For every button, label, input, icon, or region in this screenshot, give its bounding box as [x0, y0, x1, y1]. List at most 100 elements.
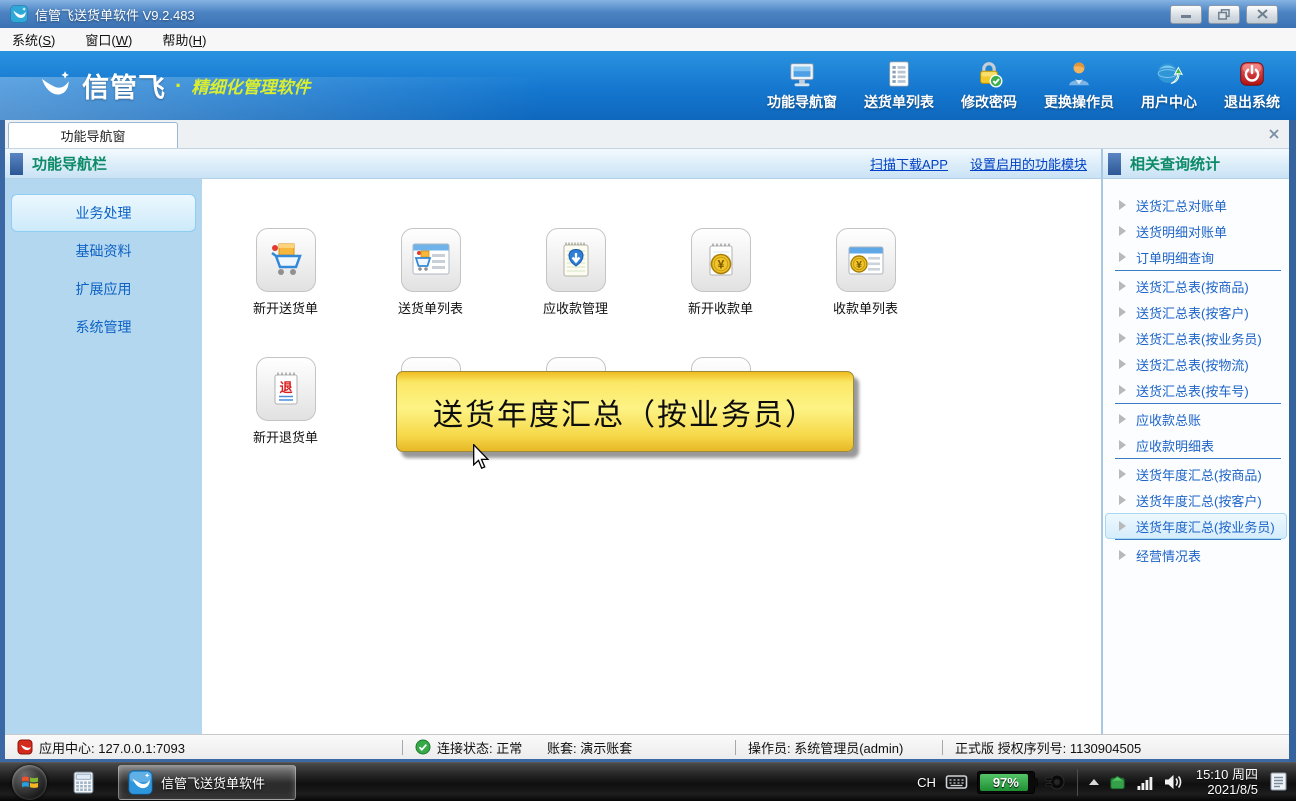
- sidebar-item[interactable]: 扩展应用: [11, 270, 196, 308]
- receipt-new-icon: ¥: [709, 243, 732, 276]
- header-accent: [10, 152, 23, 175]
- svg-text:退: 退: [279, 380, 292, 395]
- main-panel: 新开送货单 送货单列表 应收款管理 ¥ 新开收款单 ¥ 收款单列表 退 新开退货…: [202, 179, 1101, 734]
- stats-item[interactable]: 送货年度汇总(按商品): [1105, 461, 1287, 487]
- notification-panel-icon[interactable]: [1267, 770, 1290, 794]
- status-bar: 应用中心: 127.0.0.1:7093 连接状态: 正常 账套: 演示账套 操…: [5, 734, 1289, 759]
- switch-operator-button[interactable]: 更换操作员: [1044, 59, 1114, 112]
- ime-indicator[interactable]: CH: [917, 775, 936, 790]
- toolbar-button-label: 修改密码: [961, 94, 1017, 110]
- stats-item[interactable]: 送货汇总表(按业务员): [1105, 325, 1287, 351]
- speaker-icon[interactable]: [1163, 773, 1183, 791]
- sidebar-item-label: 基础资料: [75, 243, 132, 259]
- calculator-shortcut[interactable]: [71, 770, 96, 795]
- change-password-button[interactable]: 修改密码: [961, 59, 1017, 112]
- receivable-icon: [563, 242, 588, 277]
- close-button[interactable]: [1246, 4, 1278, 24]
- stats-header-title: 相关查询统计: [1130, 156, 1221, 173]
- title-bar: 信管飞送货单软件 V9.2.483: [0, 0, 1296, 28]
- tile-label: 应收款管理: [542, 301, 608, 316]
- triangle-icon: [1119, 469, 1126, 479]
- stats-item[interactable]: 应收款总账: [1105, 406, 1287, 432]
- svg-text:¥: ¥: [856, 259, 862, 271]
- stats-item[interactable]: 送货年度汇总(按客户): [1105, 487, 1287, 513]
- hover-tooltip: 送货年度汇总（按业务员）: [396, 371, 854, 452]
- exit-system-button[interactable]: 退出系统: [1224, 59, 1280, 112]
- tile-delivery-list[interactable]: 送货单列表: [358, 228, 503, 317]
- toolbar-button-label: 送货单列表: [864, 94, 934, 110]
- stats-item[interactable]: 经营情况表: [1105, 542, 1287, 568]
- svg-text:¥: ¥: [717, 258, 724, 272]
- status-operator: 操作员: 系统管理员(admin): [736, 738, 942, 757]
- stats-item-label: 送货汇总对账单: [1136, 198, 1228, 214]
- check-icon: [415, 739, 431, 755]
- triangle-icon: [1119, 495, 1126, 505]
- minimize-button[interactable]: [1170, 4, 1202, 24]
- stats-item-label: 送货汇总表(按客户): [1136, 305, 1249, 321]
- nav-header-title: 功能导航栏: [32, 156, 108, 173]
- header-link[interactable]: 扫描下载APP: [870, 154, 948, 173]
- triangle-icon: [1119, 226, 1126, 236]
- battery-indicator[interactable]: 97%: [976, 770, 1038, 794]
- clock-time: 15:10 周四: [1195, 767, 1258, 782]
- stats-item[interactable]: 送货汇总表(按商品): [1105, 273, 1287, 299]
- tab-nav-window[interactable]: 功能导航窗: [8, 122, 178, 148]
- menu-item[interactable]: 窗口(W): [85, 30, 132, 49]
- toolbar-button-label: 功能导航窗: [767, 94, 837, 110]
- tile-label: 新开退货单: [252, 430, 318, 445]
- triangle-icon: [1119, 281, 1126, 291]
- tray-clock[interactable]: 15:10 周四 2021/8/5: [1196, 767, 1258, 797]
- menu-mnemonic: W: [115, 33, 128, 48]
- nav-panel-header: 功能导航栏 扫描下载APP 设置启用的功能模块: [5, 149, 1101, 179]
- tray-app-icon[interactable]: [1108, 772, 1127, 792]
- stats-item[interactable]: 订单明细查询: [1105, 244, 1287, 271]
- calculator-icon: [73, 771, 94, 793]
- power-plug-icon[interactable]: [1044, 771, 1066, 793]
- menu-item[interactable]: 系统(S): [12, 30, 55, 49]
- triangle-icon: [1119, 333, 1126, 343]
- tile-receipt-list[interactable]: ¥ 收款单列表: [793, 228, 938, 317]
- stats-item-label: 送货汇总表(按车号): [1136, 383, 1249, 399]
- sidebar-item-label: 系统管理: [75, 319, 132, 335]
- sidebar-item[interactable]: 系统管理: [11, 308, 196, 346]
- status-connection-text: 连接状态: 正常: [437, 740, 523, 756]
- keyboard-icon[interactable]: [945, 772, 968, 792]
- sidebar-item[interactable]: 业务处理: [11, 194, 196, 232]
- delivery-list-button[interactable]: 送货单列表: [864, 59, 934, 112]
- tile-new-receipt[interactable]: ¥ 新开收款单: [648, 228, 793, 317]
- nav-window-button[interactable]: 功能导航窗: [767, 59, 837, 112]
- sidebar-item[interactable]: 基础资料: [11, 232, 196, 270]
- stats-item[interactable]: 送货汇总表(按客户): [1105, 299, 1287, 325]
- restore-button[interactable]: [1208, 4, 1240, 24]
- windows-flag-icon: [21, 776, 38, 788]
- stats-item[interactable]: 送货汇总表(按物流): [1105, 351, 1287, 377]
- brand-swoosh-icon: [36, 67, 74, 105]
- stats-item[interactable]: 送货汇总表(按车号): [1105, 377, 1287, 404]
- menu-bar: 系统(S) 窗口(W) 帮助(H): [0, 28, 1296, 51]
- header-accent: [1108, 152, 1121, 175]
- stats-item-label: 送货明细对账单: [1136, 224, 1228, 240]
- menu-item[interactable]: 帮助(H): [162, 30, 206, 49]
- menu-label-post: ): [202, 33, 207, 48]
- network-signal-icon[interactable]: [1136, 773, 1154, 791]
- tile-receivables[interactable]: 应收款管理: [503, 228, 648, 317]
- stats-item[interactable]: 送货年度汇总(按业务员): [1105, 513, 1287, 540]
- window-title: 信管飞送货单软件 V9.2.483: [35, 7, 195, 23]
- user-center-button[interactable]: 用户中心: [1141, 59, 1197, 112]
- triangle-icon: [1119, 385, 1126, 395]
- menu-label-pre: 帮助(: [162, 33, 193, 48]
- taskbar-app-button[interactable]: 信管飞送货单软件: [118, 764, 296, 800]
- triangle-icon: [1119, 414, 1126, 424]
- app-logo-icon: [17, 739, 33, 755]
- stats-item[interactable]: 送货汇总对账单: [1105, 192, 1287, 218]
- stats-item[interactable]: 送货明细对账单: [1105, 218, 1287, 244]
- tab-close-icon[interactable]: [1268, 128, 1280, 140]
- header-link[interactable]: 设置启用的功能模块: [970, 154, 1087, 173]
- stats-item[interactable]: 应收款明细表: [1105, 432, 1287, 459]
- tray-expand-icon[interactable]: [1088, 779, 1099, 785]
- brand-logo: 信管飞 · 精细化管理软件: [36, 66, 310, 105]
- tile-new-return[interactable]: 退 新开退货单: [213, 357, 358, 446]
- start-button[interactable]: [12, 764, 47, 800]
- app-logo-icon: [10, 5, 28, 23]
- tile-new-delivery[interactable]: 新开送货单: [213, 228, 358, 317]
